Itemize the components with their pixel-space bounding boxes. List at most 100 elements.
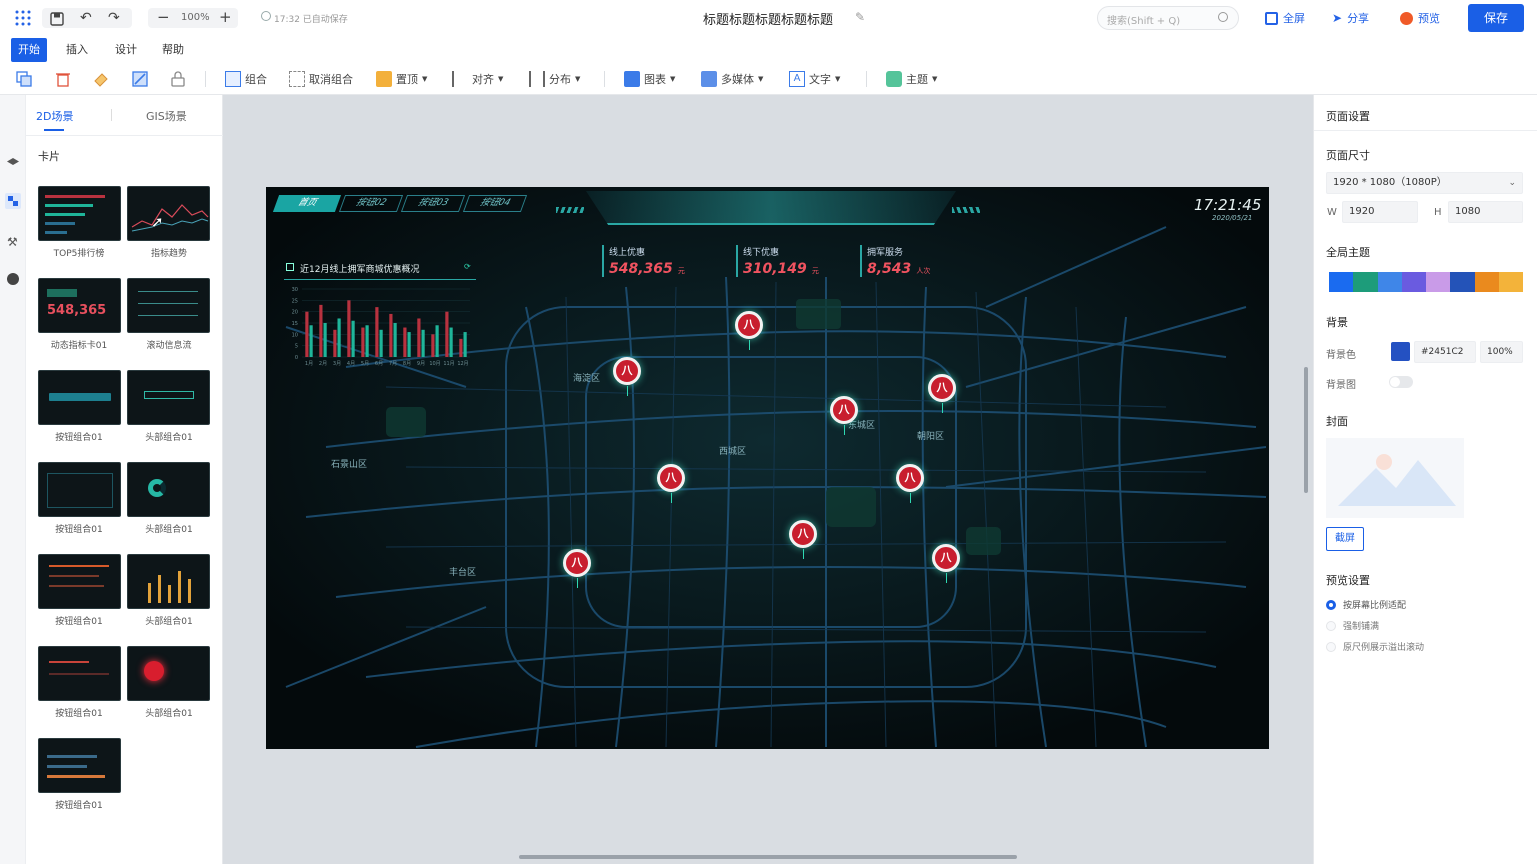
palette-icon[interactable] — [7, 273, 19, 285]
card-thumb-button-group[interactable] — [38, 462, 121, 517]
screen-tab-home[interactable]: 首页 — [272, 195, 342, 212]
horizontal-scrollbar[interactable] — [519, 855, 1017, 859]
card-thumb-button-group[interactable] — [38, 646, 121, 701]
dashboard-screen[interactable]: 首页 按钮02 按钮03 按钮04 17:21:45 2020/05/21 线上… — [266, 187, 1269, 749]
card-thumb-top5[interactable] — [38, 186, 121, 241]
menu-design[interactable]: 设计 — [115, 42, 137, 58]
media-button[interactable]: 多媒体 ▼ — [701, 63, 763, 95]
map-pin[interactable]: 八 — [928, 374, 956, 413]
metric-card-offline: 线下优惠 310,149 元 — [736, 245, 819, 277]
tab-gis-scene[interactable]: GIS场景 — [146, 108, 187, 124]
text-button[interactable]: A 文字 ▼ — [789, 63, 840, 95]
menu-start[interactable]: 开始 — [11, 38, 47, 62]
theme-swatch[interactable] — [1377, 272, 1402, 292]
edit-title-icon[interactable]: ✎ — [855, 10, 865, 24]
bring-top-button[interactable]: 置顶 ▼ — [376, 63, 427, 95]
card-thumb-header-group[interactable] — [127, 462, 210, 517]
components-icon[interactable] — [5, 193, 21, 209]
document-title[interactable]: 标题标题标题标题标题 — [703, 9, 833, 28]
refresh-icon[interactable]: ⟳ — [464, 262, 471, 271]
layers-icon[interactable] — [7, 158, 19, 165]
cover-image-placeholder[interactable] — [1326, 438, 1464, 518]
eraser-icon[interactable] — [93, 71, 109, 91]
chart-button[interactable]: 图表 ▼ — [624, 63, 675, 95]
chart-bar — [403, 327, 407, 357]
card-thumb-scroll[interactable] — [127, 278, 210, 333]
card-thumb-button-group[interactable] — [38, 554, 121, 609]
preview-option-stretch[interactable]: 强制铺满 — [1326, 619, 1379, 632]
chevron-down-icon: ▼ — [422, 75, 428, 83]
copy-icon[interactable] — [16, 71, 32, 91]
edit-icon[interactable] — [132, 71, 148, 91]
chart-bar — [333, 329, 337, 357]
theme-swatch[interactable] — [1426, 272, 1451, 292]
screen-tab-3[interactable]: 按钮03 — [400, 195, 466, 212]
menu-insert[interactable]: 插入 — [66, 42, 88, 58]
zoom-in-button[interactable]: + — [219, 8, 232, 26]
preview-option-overflow[interactable]: 原尺例展示溢出滚动 — [1326, 640, 1424, 653]
x-tick-label: 3月 — [333, 361, 341, 367]
theme-swatch[interactable] — [1450, 272, 1475, 292]
theme-swatch[interactable] — [1353, 272, 1378, 292]
theme-button[interactable]: 主题 ▼ — [886, 63, 937, 95]
bg-image-toggle[interactable] — [1389, 376, 1413, 388]
map-pin[interactable]: 八 — [735, 311, 763, 350]
card-thumb-header-group[interactable] — [127, 370, 210, 425]
bg-color-hex-input[interactable]: #2451C2 — [1414, 341, 1476, 363]
fullscreen-button[interactable]: 全屏 — [1265, 10, 1305, 26]
theme-swatch[interactable] — [1401, 272, 1426, 292]
menu-help[interactable]: 帮助 — [162, 42, 184, 58]
group-button[interactable]: 组合 — [225, 63, 267, 95]
map-pin[interactable]: 八 — [932, 544, 960, 583]
preview-button[interactable]: 预览 — [1400, 10, 1440, 26]
map-pin[interactable]: 八 — [613, 357, 641, 396]
chart-panel-title: 近12月线上拥军商城优惠概况 — [300, 265, 420, 275]
ungroup-button[interactable]: 取消组合 — [289, 63, 353, 95]
text-icon: A — [789, 71, 805, 87]
page-size-select[interactable]: 1920 * 1080（1080P） ⌄ — [1326, 172, 1523, 194]
lock-icon[interactable] — [170, 71, 186, 91]
card-thumb-button-group[interactable] — [38, 370, 121, 425]
tools-icon[interactable]: ⚒ — [7, 235, 18, 249]
screen-tab-2[interactable]: 按钮02 — [338, 195, 404, 212]
zoom-out-button[interactable]: − — [157, 8, 170, 26]
card-thumb-header-group[interactable] — [127, 646, 210, 701]
bg-color-swatch[interactable] — [1391, 342, 1410, 361]
x-tick-label: 1月 — [305, 361, 313, 367]
ungroup-label: 取消组合 — [309, 73, 353, 86]
save-icon[interactable] — [50, 11, 64, 30]
map-pin[interactable]: 八 — [896, 464, 924, 503]
map-pin[interactable]: 八 — [789, 520, 817, 559]
preview-option-fit[interactable]: 按屏幕比例适配 — [1326, 598, 1406, 611]
tab-2d-scene[interactable]: 2D场景 — [36, 108, 73, 124]
align-button[interactable]: 对齐 ▼ — [452, 63, 503, 95]
card-thumb-metric[interactable]: 548,365 — [38, 278, 121, 333]
search-input[interactable]: 搜索(Shift + Q) — [1097, 6, 1239, 30]
width-input[interactable]: 1920 — [1342, 201, 1418, 223]
vertical-scrollbar[interactable] — [1304, 367, 1308, 493]
distribute-button[interactable]: 分布 ▼ — [529, 63, 580, 95]
metric-value: 310,149 — [743, 261, 807, 277]
share-button[interactable]: ➤ 分享 — [1332, 10, 1369, 26]
bg-opacity-input[interactable]: 100% — [1480, 341, 1523, 363]
map-pin[interactable]: 八 — [657, 464, 685, 503]
height-input[interactable]: 1080 — [1448, 201, 1523, 223]
map-pin[interactable]: 八 — [563, 549, 591, 588]
redo-icon[interactable]: ↷ — [108, 10, 120, 26]
screenshot-button[interactable]: 截屏 — [1326, 527, 1364, 551]
delete-icon[interactable] — [55, 71, 71, 91]
theme-swatch[interactable] — [1474, 272, 1499, 292]
theme-swatch[interactable] — [1329, 272, 1354, 292]
save-button[interactable]: 保存 — [1468, 4, 1524, 32]
map-pin[interactable]: 八 — [830, 396, 858, 435]
undo-icon[interactable]: ↶ — [80, 10, 92, 26]
card-thumb-header-group[interactable] — [127, 554, 210, 609]
card-thumb-trend[interactable] — [127, 186, 210, 241]
screen-tab-4[interactable]: 按钮04 — [462, 195, 528, 212]
apps-grid-icon[interactable] — [15, 10, 31, 26]
theme-swatch[interactable] — [1498, 272, 1523, 292]
metric-label: 拥军服务 — [867, 248, 904, 258]
clock-icon — [261, 11, 271, 21]
share-icon: ➤ — [1332, 11, 1343, 25]
card-thumb-button-group[interactable] — [38, 738, 121, 793]
